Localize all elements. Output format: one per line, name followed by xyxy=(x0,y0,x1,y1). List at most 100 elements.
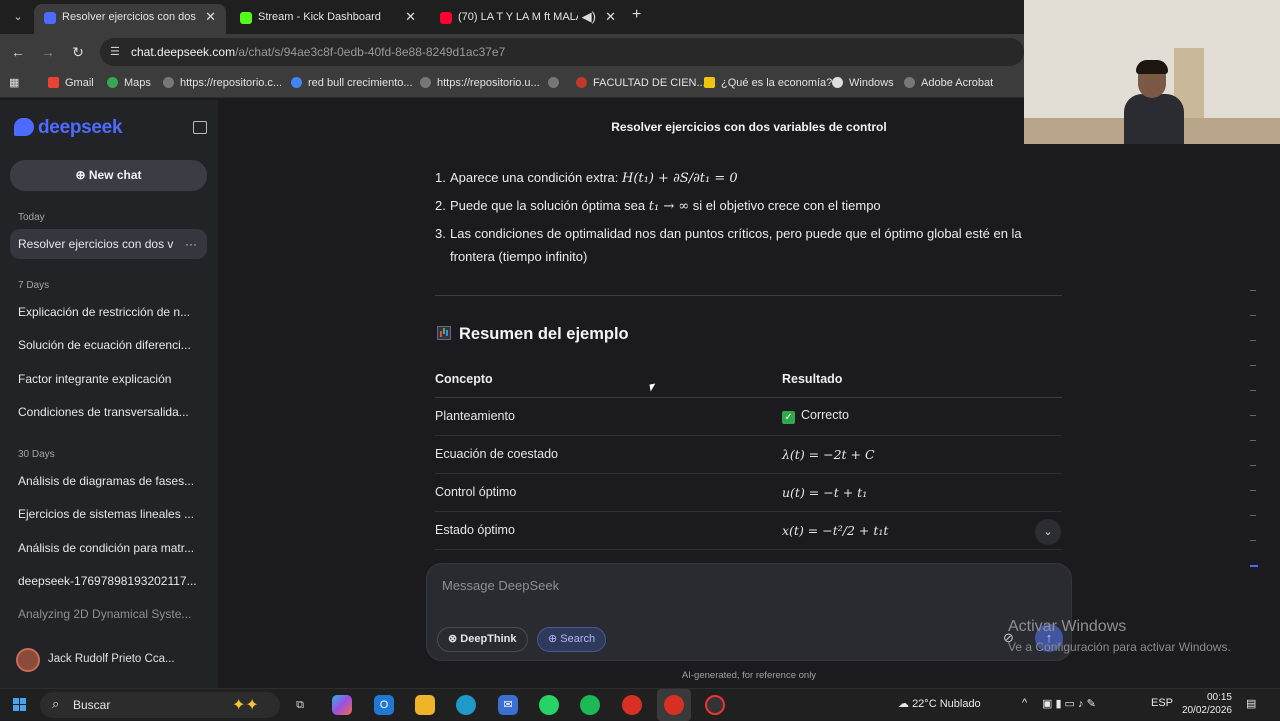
chat-main: Resolver ejercicios con dos variables de… xyxy=(218,100,1280,688)
spotify-icon[interactable] xyxy=(580,695,600,715)
sidebar: deepseek ⊕ New chat Today Resolver ejerc… xyxy=(0,100,218,688)
copilot-icon[interactable] xyxy=(332,695,352,715)
search-icon: ⌕ xyxy=(52,696,60,711)
bookmark-gmail[interactable]: Gmail xyxy=(48,76,94,92)
whatsapp-icon[interactable] xyxy=(539,695,559,715)
task-view-icon[interactable]: ⧉ xyxy=(290,695,310,715)
taskbar-search-label: Buscar xyxy=(73,698,111,712)
start-button[interactable] xyxy=(13,698,27,712)
table-row: Control óptimo u(t) = −t + t₁ xyxy=(435,473,1062,512)
history-item[interactable]: Explicación de restricción de n... xyxy=(18,305,202,319)
plus-circle-icon: ⊕ xyxy=(75,168,89,182)
message-composer[interactable]: Message DeepSeek ⊗ DeepThink ⊕ Search ⊘ … xyxy=(426,563,1072,661)
section-label-today: Today xyxy=(18,212,45,223)
bookmark-facultad[interactable]: FACULTAD DE CIEN... xyxy=(576,76,706,92)
activation-watermark-subtitle: Ve a Configuración para activar Windows. xyxy=(1008,640,1231,654)
history-item-active[interactable]: Resolver ejercicios con dos v ··· xyxy=(10,229,207,259)
tray-chevron-icon[interactable]: ^ xyxy=(1022,697,1027,709)
message-input[interactable]: Message DeepSeek xyxy=(442,578,559,593)
apps-grid-icon[interactable]: ▦ xyxy=(9,76,19,92)
history-item[interactable]: Ejercicios de sistemas lineales ... xyxy=(18,507,202,521)
list-text: si el objetivo crece con el tiempo xyxy=(689,198,881,213)
close-tab-icon[interactable]: ✕ xyxy=(605,4,616,30)
forward-icon[interactable]: → xyxy=(38,42,58,62)
weather-widget[interactable]: ☁ 22°C Nublado xyxy=(898,697,981,710)
scroll-minimap[interactable] xyxy=(1250,290,1258,591)
new-chat-button[interactable]: ⊕ New chat xyxy=(10,160,207,191)
tab-kick[interactable]: Stream - Kick Dashboard ✕ xyxy=(230,4,426,34)
deepthink-icon: ⊗ xyxy=(448,633,461,645)
close-tab-icon[interactable]: ✕ xyxy=(405,4,416,30)
math-expression: t₁ → ∞ xyxy=(648,199,690,214)
obs-icon[interactable] xyxy=(705,695,725,715)
tray-icons[interactable]: ▣ ▮ ▭ ♪ ✎ xyxy=(1042,697,1096,710)
scroll-down-chevron-icon[interactable]: ⌄ xyxy=(1035,519,1061,545)
person-body xyxy=(1124,94,1184,144)
chrome-active-icon[interactable] xyxy=(664,695,684,715)
kick-icon xyxy=(240,12,252,24)
math-expression: x(t) = −t²/2 + t₁t xyxy=(782,511,1062,550)
history-item[interactable]: deepseek-1769789819320211​7... xyxy=(18,574,202,588)
back-icon[interactable]: ← xyxy=(8,42,28,62)
bookmark-windows[interactable]: Windows xyxy=(832,76,894,92)
table-row: Estado óptimo x(t) = −t²/2 + t₁t xyxy=(435,511,1062,550)
whale-icon xyxy=(14,118,34,136)
system-clock[interactable]: 00:15 20/02/2026 xyxy=(1172,691,1232,717)
deepthink-button[interactable]: ⊗ DeepThink xyxy=(437,627,528,652)
more-options-icon[interactable]: ··· xyxy=(185,229,197,259)
chrome-icon[interactable] xyxy=(622,695,642,715)
bookmark-repositorio-c[interactable]: https://repositorio.c... xyxy=(163,76,282,92)
globe-icon xyxy=(163,77,174,88)
outlook-icon[interactable]: O xyxy=(374,695,394,715)
new-tab-icon[interactable]: + xyxy=(632,6,641,24)
speaker-icon[interactable]: ◀) xyxy=(582,4,596,30)
list-text: Puede que la solución óptima sea xyxy=(450,198,649,213)
tab-search-chevron-icon[interactable]: ⌄ xyxy=(8,8,28,26)
history-item[interactable]: Análisis de condición para matr... xyxy=(18,541,202,555)
maps-icon xyxy=(107,77,118,88)
close-tab-icon[interactable]: ✕ xyxy=(205,4,216,30)
history-item[interactable]: Análisis de diagramas de fases... xyxy=(18,474,202,488)
mail-icon[interactable]: ✉ xyxy=(498,695,518,715)
search-button[interactable]: ⊕ Search xyxy=(537,627,607,652)
language-indicator[interactable]: ESP xyxy=(1151,697,1173,709)
tab-youtube[interactable]: (70) LA T Y LA M ft MALANI ◀) ✕ xyxy=(430,4,626,34)
deepseek-logo[interactable]: deepseek xyxy=(14,117,123,139)
bookmark-globe[interactable] xyxy=(548,76,565,92)
globe-icon xyxy=(548,77,559,88)
list-text: Las condiciones de optimalidad nos dan p… xyxy=(450,226,1022,264)
reload-icon[interactable]: ↻ xyxy=(68,42,88,62)
edge-icon[interactable] xyxy=(456,695,476,715)
taskbar-search[interactable]: ⌕ Buscar ✦✦ xyxy=(40,692,280,718)
address-bar[interactable]: ☰ chat.deepseek.com/a/chat/s/94ae3c8f-0e… xyxy=(100,38,1024,66)
bookmark-repositorio-u[interactable]: https://repositorio.u... xyxy=(420,76,540,92)
table-cell: Ecuación de coestado xyxy=(435,435,782,474)
history-item[interactable]: Condiciones de transversalida... xyxy=(18,405,202,419)
tab-title: Resolver ejercicios con dos vari xyxy=(62,11,198,23)
tab-deepseek[interactable]: Resolver ejercicios con dos vari ✕ xyxy=(34,4,226,34)
table-cell: Planteamiento xyxy=(435,397,782,436)
table-header-row: Concepto Resultado xyxy=(435,362,1062,398)
file-explorer-icon[interactable] xyxy=(415,695,435,715)
list-item: 2. Puede que la solución óptima sea t₁ →… xyxy=(435,194,1063,218)
bookmark-adobe[interactable]: Adobe Acrobat xyxy=(904,76,993,92)
math-expression: u(t) = −t + t₁ xyxy=(782,473,1062,512)
person-hair xyxy=(1136,60,1168,74)
collapse-sidebar-icon[interactable] xyxy=(193,121,207,134)
clock-time: 00:15 xyxy=(1206,692,1232,703)
bookmark-maps[interactable]: Maps xyxy=(107,76,151,92)
ai-disclaimer: AI-generated, for reference only xyxy=(681,670,817,681)
bookmark-economia[interactable]: ¿Qué es la economía? xyxy=(704,76,832,92)
history-item[interactable]: Analyzing 2D Dynamical Syste... xyxy=(18,607,202,621)
page-icon xyxy=(704,77,715,88)
tab-title: (70) LA T Y LA M ft MALANI xyxy=(458,11,578,23)
youtube-icon xyxy=(440,12,452,24)
history-item[interactable]: Solución de ecuación diferenci... xyxy=(18,338,202,352)
site-info-icon[interactable]: ☰ xyxy=(110,45,120,58)
cloud-icon: ☁ xyxy=(898,698,913,710)
faculty-icon xyxy=(576,77,587,88)
history-item[interactable]: Factor integrante explicación xyxy=(18,372,202,386)
table-cell: Estado óptimo xyxy=(435,511,782,550)
notifications-icon[interactable]: ▤ xyxy=(1246,697,1256,710)
bookmark-red-bull[interactable]: red bull crecimiento... xyxy=(291,76,413,92)
